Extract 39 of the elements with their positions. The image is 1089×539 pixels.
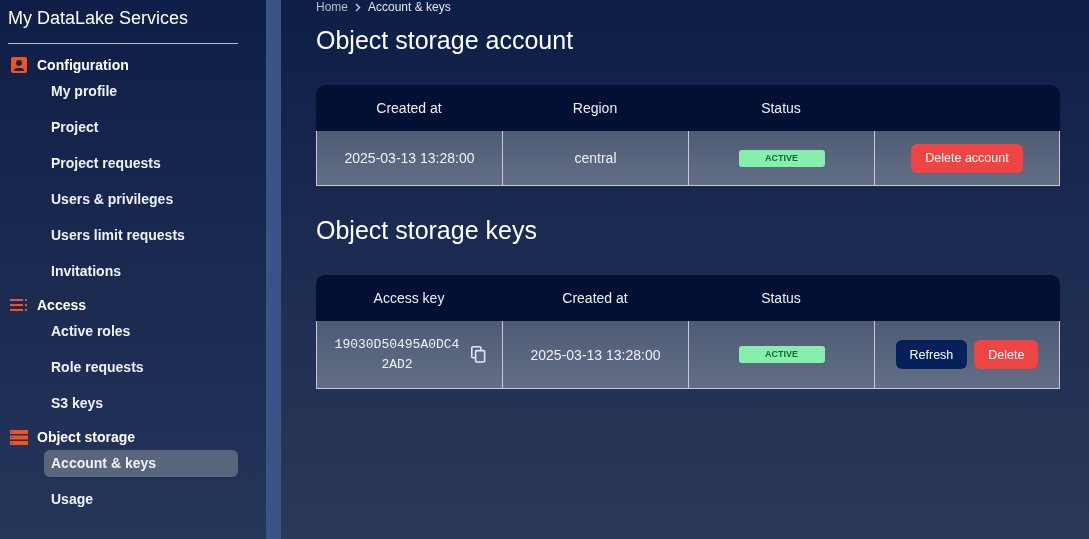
sidebar-item[interactable]: Project requests (44, 150, 238, 177)
table-cell: 2025-03-13 13:28:00 (530, 346, 661, 363)
breadcrumb-link[interactable]: Home (316, 0, 348, 14)
sidebar-item[interactable]: Role requests (44, 354, 238, 381)
table-cell: 2025-03-13 13:28:00 (344, 150, 475, 166)
chevron-icon (355, 2, 361, 12)
column-header: Status (761, 290, 801, 306)
delete-button[interactable]: Delete account (911, 143, 1023, 173)
access-key: 19030D50495A0DC42AD2 (333, 334, 461, 375)
table-cell: central (574, 150, 617, 166)
column-header: Status (761, 100, 801, 116)
sidebar-item[interactable]: My profile (44, 78, 238, 105)
sidebar-item[interactable]: S3 keys (44, 390, 238, 417)
column-header: Created at (376, 100, 442, 116)
section-title: Object storage keys (316, 216, 538, 245)
section-title: Object storage account (316, 26, 575, 55)
menu-section-label: Configuration (37, 57, 129, 73)
sidebar-item[interactable]: Usage (44, 486, 238, 513)
status-badge: ACTIVE (738, 149, 825, 167)
breadcrumb-current: Account & keys (368, 0, 451, 14)
sidebar-item[interactable]: Users limit requests (44, 222, 238, 249)
sidebar-item[interactable]: Users & privileges (44, 186, 238, 213)
copy-icon[interactable] (471, 346, 486, 363)
menu-section-label: Object storage (37, 429, 136, 445)
storage-icon (10, 429, 28, 445)
sidebar-item[interactable]: Account & keys (44, 450, 238, 477)
delete-button[interactable]: Delete (974, 340, 1039, 369)
list-icon (10, 299, 28, 311)
person-icon (10, 56, 28, 74)
sidebar-item[interactable]: Invitations (44, 258, 238, 285)
column-header: Region (572, 100, 618, 116)
sidebar-item[interactable]: Active roles (44, 318, 238, 345)
column-header: Created at (562, 290, 628, 306)
app-title: My DataLake Services (8, 7, 190, 30)
menu-section-label: Access (37, 297, 87, 313)
column-header: Access key (373, 290, 445, 306)
status-badge: ACTIVE (738, 346, 825, 363)
sidebar-item[interactable]: Project (44, 114, 238, 141)
refresh-button[interactable]: Refresh (895, 340, 968, 369)
